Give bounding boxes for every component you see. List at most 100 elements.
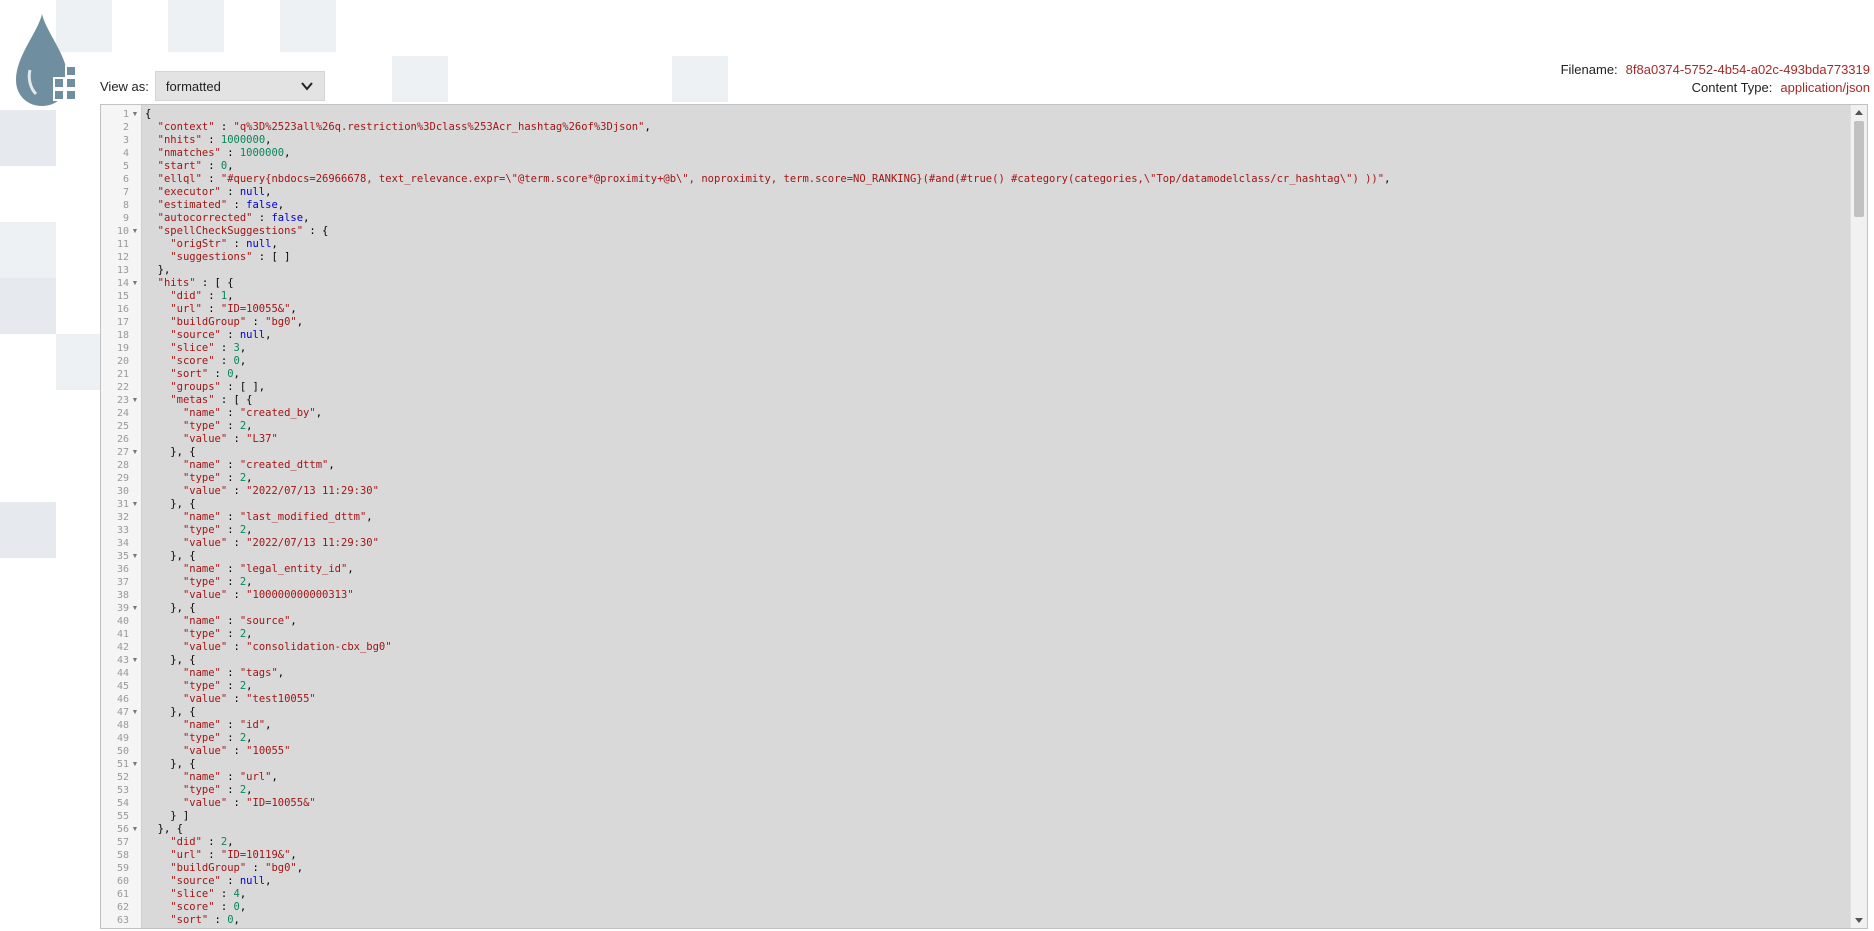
line-number: 52 <box>116 772 129 783</box>
line-number: 32 <box>116 512 129 523</box>
line-number: 30 <box>116 486 129 497</box>
fold-triangle-icon[interactable]: ▼ <box>129 108 141 121</box>
line-number: 36 <box>116 564 129 575</box>
view-as-select[interactable]: formatted <box>154 71 325 101</box>
code-text: "ellql" : "#query{nbdocs=26966678, text_… <box>157 173 1391 185</box>
code-line: 41 "type" : 2, <box>101 628 1867 641</box>
fold-triangle-icon[interactable]: ▼ <box>129 277 141 290</box>
content-type-row: Content Type: application/json <box>1561 79 1870 97</box>
background-tile <box>0 278 56 334</box>
line-number: 58 <box>116 850 129 861</box>
line-number: 51 <box>116 759 129 770</box>
fold-triangle-icon[interactable]: ▼ <box>129 602 141 615</box>
scroll-up-button[interactable] <box>1851 105 1867 119</box>
fold-triangle-icon[interactable]: ▼ <box>129 823 141 836</box>
code-line: 9 "autocorrected" : false, <box>101 212 1867 225</box>
code-line: 15 "did" : 1, <box>101 290 1867 303</box>
line-number: 11 <box>116 239 129 250</box>
vertical-scrollbar[interactable] <box>1850 105 1867 928</box>
fold-triangle-icon[interactable]: ▼ <box>129 654 141 667</box>
code-text: "type" : 2, <box>182 420 253 432</box>
code-text: }, { <box>145 823 183 835</box>
background-tile <box>0 502 56 558</box>
code-line: 18 "source" : null, <box>101 329 1867 342</box>
code-text: "value" : "10055" <box>182 745 291 757</box>
filename-row: Filename: 8f8a0374-5752-4b54-a02c-493bda7… <box>1561 61 1870 79</box>
background-tile <box>672 56 728 102</box>
line-number: 55 <box>116 811 129 822</box>
line-number: 53 <box>116 785 129 796</box>
code-line: 14 ▼ "hits" : [ { <box>101 277 1867 290</box>
line-number: 24 <box>116 408 129 419</box>
line-number: 23 <box>116 395 129 406</box>
code-line: 48 "name" : "id", <box>101 719 1867 732</box>
code-text: "type" : 2, <box>182 784 253 796</box>
content-type-value: application/json <box>1780 80 1870 95</box>
fold-triangle-icon[interactable]: ▼ <box>129 446 141 459</box>
line-number: 50 <box>116 746 129 757</box>
code-line: 21 "sort" : 0, <box>101 368 1867 381</box>
fold-triangle-icon[interactable]: ▼ <box>129 758 141 771</box>
background-tile <box>392 56 448 102</box>
scrollbar-thumb[interactable] <box>1854 121 1864 217</box>
code-line: 54 "value" : "ID=10055&" <box>101 797 1867 810</box>
line-number: 29 <box>116 473 129 484</box>
line-number: 25 <box>116 421 129 432</box>
json-editor[interactable]: 1 ▼{2 "context" : "q%3D%2523all%26q.restr… <box>100 104 1868 929</box>
fold-triangle-icon[interactable]: ▼ <box>129 498 141 511</box>
code-line: 10 ▼ "spellCheckSuggestions" : { <box>101 225 1867 238</box>
code-text: "suggestions" : [ ] <box>170 251 291 263</box>
line-number: 49 <box>116 733 129 744</box>
line-number: 45 <box>116 681 129 692</box>
line-number: 40 <box>116 616 129 627</box>
code-text: "hits" : [ { <box>157 277 234 289</box>
code-text: "sort" : 0, <box>170 914 240 926</box>
code-line: 20 "score" : 0, <box>101 355 1867 368</box>
code-text: "type" : 2, <box>182 576 253 588</box>
fold-triangle-icon[interactable]: ▼ <box>129 225 141 238</box>
code-text: "name" : "created_dttm", <box>182 459 335 471</box>
code-line: 19 "slice" : 3, <box>101 342 1867 355</box>
code-text: "type" : 2, <box>182 680 253 692</box>
code-line: 44 "name" : "tags", <box>101 667 1867 680</box>
line-number: 3 <box>122 135 129 146</box>
code-text: } ] <box>145 810 190 822</box>
line-number: 59 <box>116 863 129 874</box>
fold-triangle-icon[interactable]: ▼ <box>129 394 141 407</box>
code-text: "metas" : [ { <box>170 394 253 406</box>
code-text: "origStr" : null, <box>170 238 278 250</box>
line-number: 8 <box>122 200 129 211</box>
fold-triangle-icon[interactable]: ▼ <box>129 550 141 563</box>
scroll-down-button[interactable] <box>1851 914 1867 928</box>
code-text: "type" : 2, <box>182 472 253 484</box>
code-text: }, { <box>145 446 196 458</box>
code-text: "type" : 2, <box>182 524 253 536</box>
code-line: 61 "slice" : 4, <box>101 888 1867 901</box>
fold-triangle-icon[interactable]: ▼ <box>129 706 141 719</box>
code-line: 34 "value" : "2022/07/13 11:29:30" <box>101 537 1867 550</box>
code-line: 49 "type" : 2, <box>101 732 1867 745</box>
line-number: 44 <box>116 668 129 679</box>
code-line: 28 "name" : "created_dttm", <box>101 459 1867 472</box>
code-text: "name" : "last_modified_dttm", <box>182 511 373 523</box>
code-text: "name" : "url", <box>182 771 278 783</box>
